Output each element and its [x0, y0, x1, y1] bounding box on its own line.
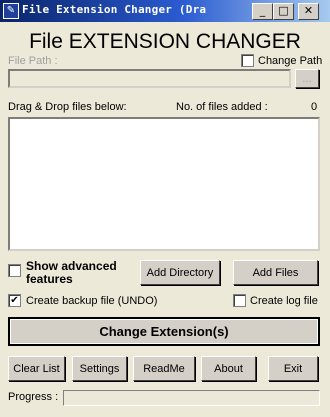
app-heading: File EXTENSION CHANGER: [29, 30, 301, 53]
drag-drop-label: Drag & Drop files below:: [8, 101, 127, 113]
window-title: File Extension Changer (Dra: [22, 3, 207, 16]
change-path-label: Change Path: [258, 55, 323, 67]
readme-button[interactable]: ReadMe: [133, 356, 195, 381]
about-button[interactable]: About: [201, 356, 256, 381]
file-path-label: File Path :: [8, 55, 58, 67]
backup-label: Create backup file (UNDO): [26, 295, 158, 307]
close-button[interactable]: ✕: [298, 3, 319, 20]
show-advanced-label-line2: features: [26, 272, 73, 286]
files-added-count: 0: [311, 101, 318, 113]
exit-button[interactable]: Exit: [268, 356, 318, 381]
log-checkbox[interactable]: [233, 294, 246, 307]
show-advanced-label-line1: Show advanced: [26, 259, 117, 273]
maximize-button[interactable]: □: [273, 3, 294, 20]
progress-label: Progress :: [8, 391, 59, 403]
add-files-button[interactable]: Add Files: [233, 260, 318, 285]
show-advanced-checkbox[interactable]: [8, 264, 21, 277]
change-extension-button[interactable]: Change Extension(s): [8, 317, 320, 346]
log-label: Create log file: [250, 295, 318, 307]
clear-list-button[interactable]: Clear List: [8, 356, 65, 381]
app-icon[interactable]: ✎: [3, 3, 19, 19]
browse-button[interactable]: ...: [295, 69, 319, 88]
progress-bar: [63, 390, 320, 406]
add-directory-button[interactable]: Add Directory: [140, 260, 220, 285]
settings-button[interactable]: Settings: [72, 356, 127, 381]
file-path-field[interactable]: [8, 69, 291, 88]
minimize-button[interactable]: _: [252, 3, 273, 20]
files-added-label: No. of files added :: [176, 101, 268, 113]
change-path-checkbox[interactable]: [241, 54, 254, 67]
backup-checkbox[interactable]: ✔: [8, 294, 21, 307]
file-drop-list[interactable]: [8, 117, 320, 251]
